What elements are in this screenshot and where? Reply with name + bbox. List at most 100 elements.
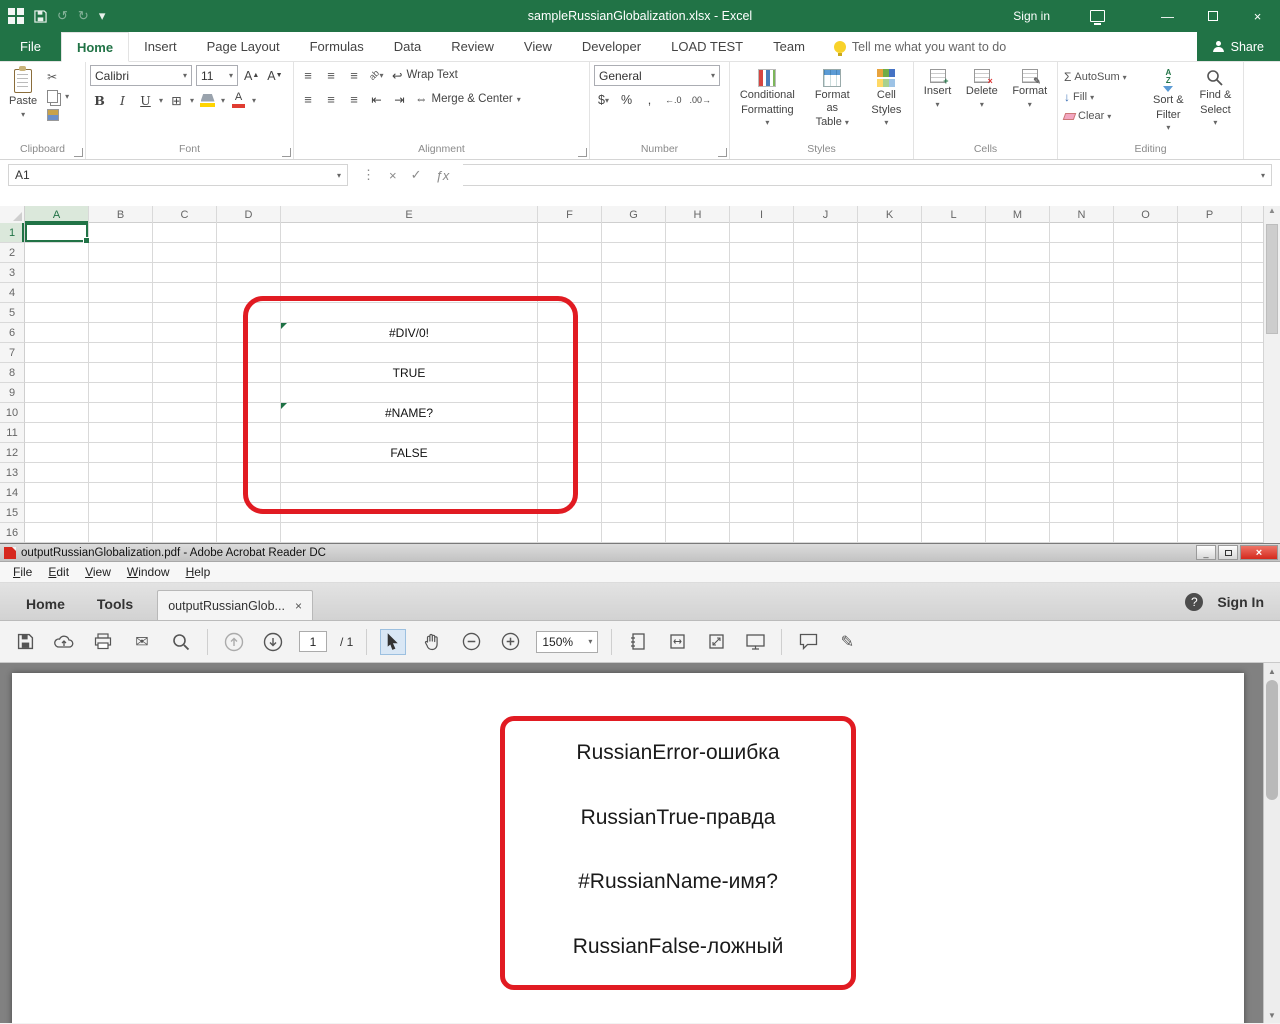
- cell-D7[interactable]: [217, 343, 281, 363]
- cell-N7[interactable]: [1050, 343, 1114, 363]
- cell-C14[interactable]: [153, 483, 217, 503]
- cell-K14[interactable]: [858, 483, 922, 503]
- tab-page-layout[interactable]: Page Layout: [192, 32, 295, 61]
- cell-D14[interactable]: [217, 483, 281, 503]
- cell-A11[interactable]: [25, 423, 89, 443]
- cell-N14[interactable]: [1050, 483, 1114, 503]
- column-header-I[interactable]: I: [730, 206, 794, 223]
- cell-B14[interactable]: [89, 483, 153, 503]
- cell-K15[interactable]: [858, 503, 922, 523]
- cell-K11[interactable]: [858, 423, 922, 443]
- tab-file[interactable]: File: [0, 32, 61, 61]
- percent-style-button[interactable]: %: [617, 90, 636, 110]
- tab-view[interactable]: View: [509, 32, 567, 61]
- cell-L15[interactable]: [922, 503, 986, 523]
- row-header-4[interactable]: 4: [0, 283, 25, 303]
- column-header-C[interactable]: C: [153, 206, 217, 223]
- tell-me-box[interactable]: Tell me what you want to do: [820, 32, 1020, 61]
- cell-G10[interactable]: [602, 403, 666, 423]
- cell-B11[interactable]: [89, 423, 153, 443]
- cell-P12[interactable]: [1178, 443, 1242, 463]
- cell-O14[interactable]: [1114, 483, 1178, 503]
- cell-D10[interactable]: [217, 403, 281, 423]
- acrobat-scrollbar-thumb[interactable]: [1266, 680, 1278, 800]
- cell-G15[interactable]: [602, 503, 666, 523]
- cell-E6[interactable]: #DIV/0!: [281, 323, 538, 343]
- zoom-out-button[interactable]: [458, 629, 484, 655]
- cell-D13[interactable]: [217, 463, 281, 483]
- column-header-K[interactable]: K: [858, 206, 922, 223]
- clear-button[interactable]: Clear▾: [1062, 109, 1145, 123]
- cell-F3[interactable]: [538, 263, 602, 283]
- cell-O12[interactable]: [1114, 443, 1178, 463]
- cell-A7[interactable]: [25, 343, 89, 363]
- row-header-16[interactable]: 16: [0, 523, 25, 543]
- menu-window[interactable]: Window: [120, 563, 177, 581]
- cell-L14[interactable]: [922, 483, 986, 503]
- cell-I8[interactable]: [730, 363, 794, 383]
- copy-button[interactable]: ▾: [45, 89, 71, 104]
- cell-J4[interactable]: [794, 283, 858, 303]
- cell-E8[interactable]: TRUE: [281, 363, 538, 383]
- cell-P15[interactable]: [1178, 503, 1242, 523]
- conditional-formatting-button[interactable]: Conditional Formatting ▾: [734, 65, 801, 143]
- cell-F9[interactable]: [538, 383, 602, 403]
- cell-D6[interactable]: [217, 323, 281, 343]
- cell-I11[interactable]: [730, 423, 794, 443]
- column-header-L[interactable]: L: [922, 206, 986, 223]
- increase-indent-button[interactable]: ⇥: [390, 89, 409, 109]
- cell-C3[interactable]: [153, 263, 217, 283]
- cell-M8[interactable]: [986, 363, 1050, 383]
- cell-O7[interactable]: [1114, 343, 1178, 363]
- cell-F6[interactable]: [538, 323, 602, 343]
- cell-F4[interactable]: [538, 283, 602, 303]
- undo-icon[interactable]: ↺: [57, 8, 68, 24]
- row-header-2[interactable]: 2: [0, 243, 25, 263]
- cell-O6[interactable]: [1114, 323, 1178, 343]
- cell-H3[interactable]: [666, 263, 730, 283]
- cell-K8[interactable]: [858, 363, 922, 383]
- cell-K3[interactable]: [858, 263, 922, 283]
- page-number-input[interactable]: [299, 631, 327, 652]
- cell-C2[interactable]: [153, 243, 217, 263]
- cell-H2[interactable]: [666, 243, 730, 263]
- cell-F14[interactable]: [538, 483, 602, 503]
- cell-D12[interactable]: [217, 443, 281, 463]
- cell-L3[interactable]: [922, 263, 986, 283]
- cell-O5[interactable]: [1114, 303, 1178, 323]
- row-header-12[interactable]: 12: [0, 443, 25, 463]
- acrobat-sign-in[interactable]: Sign In: [1217, 594, 1264, 610]
- cell-H7[interactable]: [666, 343, 730, 363]
- cell-G8[interactable]: [602, 363, 666, 383]
- cell-P16[interactable]: [1178, 523, 1242, 543]
- cell-L5[interactable]: [922, 303, 986, 323]
- cell-N15[interactable]: [1050, 503, 1114, 523]
- find-select-button[interactable]: Find & Select ▾: [1192, 65, 1239, 143]
- cell-O16[interactable]: [1114, 523, 1178, 543]
- cell-H14[interactable]: [666, 483, 730, 503]
- autosum-button[interactable]: ΣAutoSum▾: [1062, 69, 1145, 85]
- excel-close-button[interactable]: ×: [1235, 0, 1280, 32]
- cell-M9[interactable]: [986, 383, 1050, 403]
- tab-acrobat-home[interactable]: Home: [10, 588, 81, 620]
- cell-J2[interactable]: [794, 243, 858, 263]
- format-as-table-button[interactable]: Format as Table ▾: [804, 65, 861, 143]
- tab-team[interactable]: Team: [758, 32, 820, 61]
- cell-H10[interactable]: [666, 403, 730, 423]
- cell-E15[interactable]: [281, 503, 538, 523]
- cell-G16[interactable]: [602, 523, 666, 543]
- cell-M10[interactable]: [986, 403, 1050, 423]
- cell-J1[interactable]: [794, 223, 858, 243]
- cell-H5[interactable]: [666, 303, 730, 323]
- cell-C16[interactable]: [153, 523, 217, 543]
- insert-cells-button[interactable]: + Insert ▾: [919, 65, 957, 143]
- column-header-O[interactable]: O: [1114, 206, 1178, 223]
- cell-G4[interactable]: [602, 283, 666, 303]
- cell-C7[interactable]: [153, 343, 217, 363]
- document-tab[interactable]: outputRussianGlob... ×: [157, 590, 313, 620]
- acrobat-minimize-button[interactable]: _: [1196, 545, 1216, 560]
- cell-B4[interactable]: [89, 283, 153, 303]
- cell-G6[interactable]: [602, 323, 666, 343]
- excel-scrollbar-thumb[interactable]: [1266, 224, 1278, 334]
- menu-edit[interactable]: Edit: [41, 563, 76, 581]
